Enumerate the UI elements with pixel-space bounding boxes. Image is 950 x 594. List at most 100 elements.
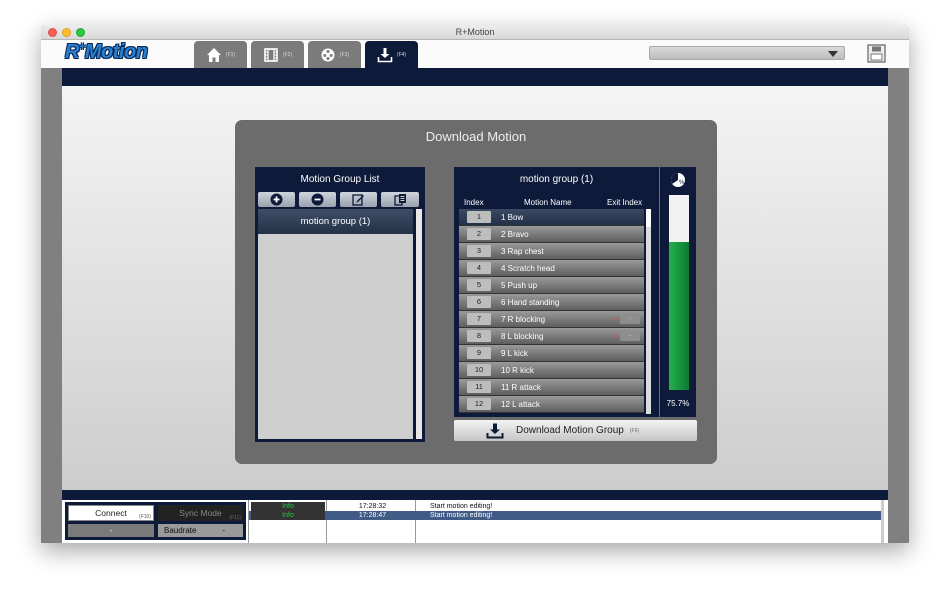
tab-motion-play[interactable]: (F3) xyxy=(308,41,361,68)
motion-name-column-header: Motion Name xyxy=(524,198,572,207)
svg-text:%: % xyxy=(679,180,685,186)
status-bar: Connect (F10) Sync Mode (F11) - Baudrate… xyxy=(62,500,888,543)
row-motion-name: 5 Push up xyxy=(501,280,538,290)
row-index: 10 xyxy=(467,364,491,376)
row-index: 4 xyxy=(467,262,491,274)
download-icon xyxy=(377,47,393,62)
app-window: R+Motion R+Motion (F1) (F2) (F3) (F4) Do… xyxy=(41,25,909,543)
table-row[interactable]: 1 1 Bow xyxy=(459,209,644,226)
copy-group-button[interactable] xyxy=(381,192,419,207)
list-item[interactable]: motion group (1) xyxy=(258,209,413,234)
table-row[interactable]: 8 8 L blocking ✧ - xyxy=(459,328,644,345)
row-index: 5 xyxy=(467,279,491,291)
row-index: 11 xyxy=(467,381,491,393)
table-row[interactable]: 5 5 Push up xyxy=(459,277,644,294)
connection-controls: Connect (F10) Sync Mode (F11) - Baudrate… xyxy=(65,502,246,540)
log-panel: Info 17:28:32 Start motion editing! Info… xyxy=(248,500,884,543)
app-logo: R+Motion xyxy=(65,41,148,63)
download-icon xyxy=(486,423,504,438)
robot-select-dropdown[interactable] xyxy=(649,46,845,60)
motion-group-list-panel: Motion Group List motion group (1) xyxy=(255,167,425,442)
download-motion-panel: Download Motion Motion Group List motion… xyxy=(235,120,717,464)
table-row[interactable]: 11 11 R attack xyxy=(459,379,644,396)
home-icon xyxy=(206,47,221,62)
row-index: 1 xyxy=(467,211,491,223)
film-reel-icon xyxy=(321,48,335,61)
row-motion-name: 1 Bow xyxy=(501,212,524,222)
edit-icon xyxy=(352,194,364,206)
table-row[interactable]: 6 6 Hand standing xyxy=(459,294,644,311)
table-row[interactable]: 3 3 Rap chest xyxy=(459,243,644,260)
window-title: R+Motion xyxy=(455,27,495,37)
main-area: Download Motion Motion Group List motion… xyxy=(62,86,888,490)
memory-gauge: % 75.7% xyxy=(660,167,696,417)
motion-group-list-scrollbar[interactable] xyxy=(416,209,422,439)
table-row[interactable]: 12 12 L attack xyxy=(459,396,644,413)
index-column-header: Index xyxy=(464,198,484,207)
download-button-key: (F6) xyxy=(629,427,640,434)
row-index: 9 xyxy=(467,347,491,359)
log-scrollbar[interactable] xyxy=(881,500,884,543)
motion-table-scrollbar[interactable] xyxy=(646,209,651,414)
motion-group-panel: motion group (1) Index Motion Name Exit … xyxy=(454,167,659,417)
scroll-thumb[interactable] xyxy=(646,209,651,227)
row-index: 12 xyxy=(467,398,491,410)
log-row[interactable]: Info 17:28:47 Start motion editing! xyxy=(249,511,881,520)
panel-title: Download Motion xyxy=(425,129,527,144)
header-strip xyxy=(62,68,888,86)
row-index: 8 xyxy=(467,330,491,342)
row-motion-name: 7 R blocking xyxy=(501,314,546,324)
percent-pie-icon: % xyxy=(671,173,685,187)
copy-icon xyxy=(393,194,406,206)
row-motion-name: 12 L attack xyxy=(501,399,540,409)
row-motion-name: 10 R kick xyxy=(501,365,534,375)
row-motion-name: 8 L blocking xyxy=(501,331,544,341)
port-select[interactable]: - xyxy=(68,524,154,537)
exit-link-icon: ✧ xyxy=(612,314,620,324)
motion-group-list: motion group (1) xyxy=(258,209,413,439)
row-index: 3 xyxy=(467,245,491,257)
row-motion-name: 2 Bravo xyxy=(501,229,529,239)
title-bar: R+Motion xyxy=(41,25,909,40)
motion-group-list-title: Motion Group List xyxy=(300,174,380,185)
add-group-button[interactable] xyxy=(258,192,295,207)
tab-home[interactable]: (F1) xyxy=(194,41,247,68)
table-row[interactable]: 10 10 R kick xyxy=(459,362,644,379)
exit-index-column-header: Exit Index xyxy=(607,198,643,207)
tab-download[interactable]: (F4) xyxy=(365,41,418,68)
film-icon xyxy=(264,47,278,62)
baudrate-select[interactable]: Baudrate - xyxy=(158,524,243,537)
row-motion-name: 3 Rap chest xyxy=(501,246,544,256)
minus-circle-icon xyxy=(311,193,324,206)
motion-table: 1 1 Bow 2 2 Bravo 3 3 Rap chest 4 4 Scratch hea… xyxy=(459,209,644,413)
row-motion-name: 4 Scratch head xyxy=(501,263,555,273)
download-button-label: Download Motion Group xyxy=(516,425,624,436)
row-motion-name: 11 R attack xyxy=(501,382,541,392)
save-icon[interactable] xyxy=(867,44,886,63)
chevron-down-icon xyxy=(828,51,838,57)
row-motion-name: 9 L kick xyxy=(501,348,528,358)
table-row[interactable]: 4 4 Scratch head xyxy=(459,260,644,277)
connect-button[interactable]: Connect (F10) xyxy=(68,505,154,521)
sync-mode-button[interactable]: Sync Mode (F11) xyxy=(158,505,243,521)
memory-percent: 75.7% xyxy=(666,399,690,408)
toolbar: R+Motion (F1) (F2) (F3) (F4) xyxy=(41,40,909,68)
exit-index-select[interactable]: - xyxy=(620,331,640,341)
table-row[interactable]: 9 9 L kick xyxy=(459,345,644,362)
exit-index-select[interactable]: - xyxy=(620,314,640,324)
motion-group-title: motion group (1) xyxy=(519,174,594,185)
log-row[interactable]: Info 17:28:32 Start motion editing! xyxy=(249,502,881,511)
plus-circle-icon xyxy=(270,193,283,206)
memory-bar-fill xyxy=(669,242,689,390)
tab-motion-edit[interactable]: (F2) xyxy=(251,41,304,68)
table-row[interactable]: 7 7 R blocking ✧ - xyxy=(459,311,644,328)
table-row[interactable]: 2 2 Bravo xyxy=(459,226,644,243)
row-index: 7 xyxy=(467,313,491,325)
edit-group-button[interactable] xyxy=(340,192,377,207)
download-motion-group-button[interactable]: Download Motion Group (F6) xyxy=(454,420,697,441)
memory-bar xyxy=(669,195,689,390)
remove-group-button[interactable] xyxy=(299,192,336,207)
row-index: 6 xyxy=(467,296,491,308)
row-index: 2 xyxy=(467,228,491,240)
exit-link-icon: ✧ xyxy=(612,331,620,341)
